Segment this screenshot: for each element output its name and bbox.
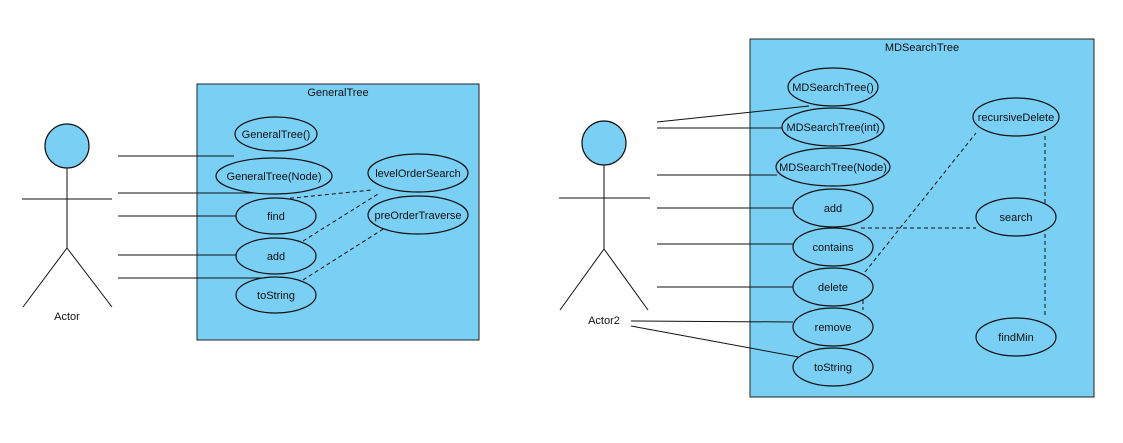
usecase-contains[interactable]: contains — [792, 227, 874, 267]
usecase-tostring[interactable]: toString — [235, 276, 317, 314]
usecase-add[interactable]: add — [235, 237, 317, 275]
usecase-mdsearchtree-ctor-int[interactable]: MDSearchTree(int) — [781, 107, 885, 147]
usecase-recursive-delete[interactable]: recursiveDelete — [972, 97, 1060, 137]
usecase-label: MDSearchTree(int) — [786, 122, 879, 134]
usecase-find-min[interactable]: findMin — [975, 317, 1057, 357]
usecase-label: contains — [813, 242, 854, 254]
usecase-label: toString — [814, 362, 852, 374]
usecase-level-order-search[interactable]: levelOrderSearch — [367, 153, 469, 193]
usecase-label: add — [267, 251, 285, 263]
usecase-label: search — [999, 212, 1032, 224]
usecase-label: levelOrderSearch — [375, 168, 461, 180]
usecase-label: recursiveDelete — [978, 112, 1054, 124]
usecase-tostring[interactable]: toString — [792, 347, 874, 387]
use-case-diagram: GeneralTree Actor GeneralTree() GeneralT… — [22, 38, 1095, 398]
actor2-label: Actor2 — [588, 315, 620, 327]
usecase-label: MDSearchTree() — [792, 82, 874, 94]
usecase-label: preOrderTraverse — [374, 210, 461, 222]
usecase-pre-order-traverse[interactable]: preOrderTraverse — [367, 195, 469, 235]
usecase-mdsearchtree-ctor[interactable]: MDSearchTree() — [787, 67, 879, 107]
usecase-generaltree-ctor[interactable]: GeneralTree() — [234, 116, 318, 152]
usecase-find[interactable]: find — [235, 197, 317, 235]
actor-figure — [22, 123, 113, 308]
usecase-label: findMin — [998, 332, 1033, 344]
usecase-delete[interactable]: delete — [792, 267, 874, 307]
usecase-label: remove — [815, 322, 852, 334]
usecase-generaltree-ctor-node[interactable]: GeneralTree(Node) — [215, 157, 333, 195]
usecase-add[interactable]: add — [792, 188, 874, 228]
usecase-label: find — [267, 211, 285, 223]
usecase-label: GeneralTree(Node) — [227, 171, 322, 183]
actor-label: Actor — [54, 311, 80, 323]
usecase-mdsearchtree-ctor-node[interactable]: MDSearchTree(Node) — [775, 147, 891, 187]
usecase-label: delete — [818, 282, 848, 294]
generaltree-system-title: GeneralTree — [307, 87, 368, 99]
actor2-figure — [559, 120, 650, 311]
usecase-search[interactable]: search — [975, 197, 1057, 237]
usecase-label: GeneralTree() — [242, 129, 311, 141]
usecase-label: toString — [257, 290, 295, 302]
usecase-label: MDSearchTree(Node) — [779, 162, 887, 174]
usecase-label: add — [824, 203, 842, 215]
usecase-remove[interactable]: remove — [792, 307, 874, 347]
mdsearchtree-system-title: MDSearchTree — [885, 42, 959, 54]
